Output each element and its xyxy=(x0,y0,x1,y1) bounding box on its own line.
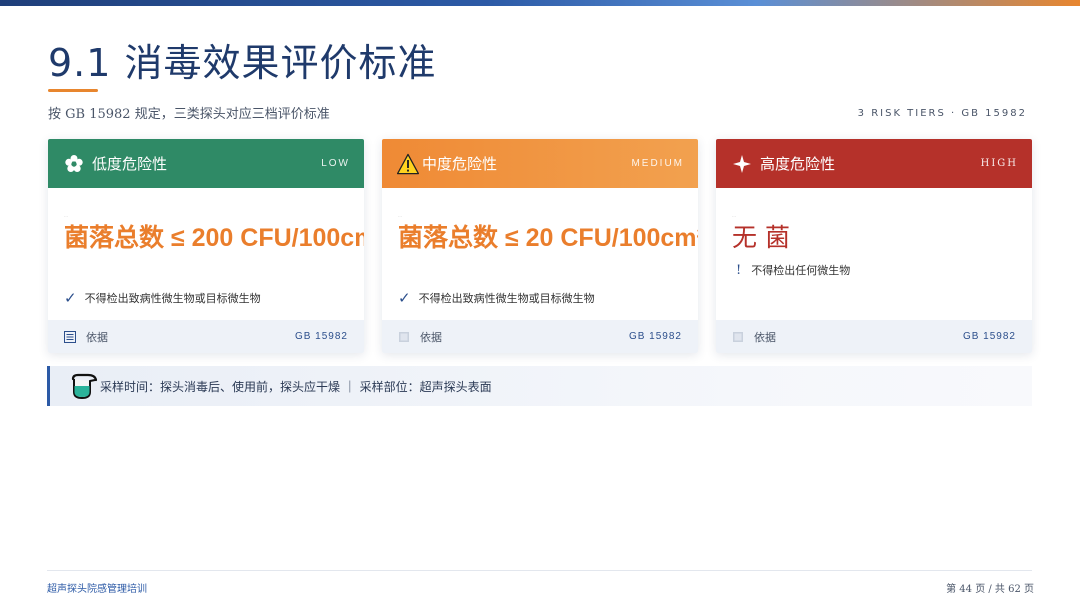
check-icon: ✓ xyxy=(398,289,411,307)
risk-card-high: 高度危险性 HIGH … 无 菌 ! 不得检出任何微生物 依据 GB 15982 xyxy=(716,139,1032,353)
requirement-line: ✓ 不得检出致病性微生物或目标微生物 xyxy=(398,289,595,307)
standard-code: GB 15982 xyxy=(628,331,682,342)
flask-icon xyxy=(71,373,98,400)
card-header: 中度危险性 MEDIUM xyxy=(382,139,698,188)
check-icon: ✓ xyxy=(64,289,77,307)
risk-tier-label: HIGH xyxy=(980,158,1018,169)
card-footer: 依据 GB 15982 xyxy=(716,320,1032,353)
requirement-text: 不得检出致病性微生物或目标微生物 xyxy=(84,292,261,305)
risk-card-medium: 中度危险性 MEDIUM … 菌落总数 ≤ 20 CFU/100cm² ✓ 不得… xyxy=(382,139,698,353)
document-icon xyxy=(399,331,409,342)
page-title: 9.1 消毒效果评价标准 xyxy=(48,41,437,85)
document-icon xyxy=(64,330,76,343)
basis-label: 依据 xyxy=(86,330,108,344)
risk-level-name: 高度危险性 xyxy=(760,155,836,173)
course-name: 超声探头院感管理培训 xyxy=(47,584,147,595)
requirement-line: ✓ 不得检出致病性微生物或目标微生物 xyxy=(64,289,261,307)
title-underline xyxy=(48,89,98,92)
footer-divider xyxy=(47,570,1032,571)
sampling-note-text: 采样时间：探头消毒后、使用前，探头应干燥 ｜ 采样部位：超声探头表面 xyxy=(100,379,492,394)
basis-label: 依据 xyxy=(754,330,776,344)
risk-tiers-tag: 3 RISK TIERS · GB 15982 xyxy=(857,108,1027,119)
page-subtitle: 按 GB 15982 规定，三类探头对应三档评价标准 xyxy=(48,107,330,122)
document-icon xyxy=(733,331,743,342)
metric-value: 无 菌 xyxy=(732,223,790,252)
card-header: 低度危险性 LOW xyxy=(48,139,364,188)
exclamation-icon: ! xyxy=(736,262,742,278)
warning-icon xyxy=(396,152,420,176)
risk-tier-label: MEDIUM xyxy=(631,158,684,169)
requirement-text: 不得检出致病性微生物或目标微生物 xyxy=(418,292,595,305)
metric-value: 菌落总数 ≤ 200 CFU/100cm² xyxy=(64,224,364,252)
card-footer: 依据 GB 15982 xyxy=(48,320,364,353)
requirement-text: 不得检出任何微生物 xyxy=(751,264,851,277)
flower-icon xyxy=(62,152,86,176)
risk-tier-label: LOW xyxy=(321,158,350,169)
card-header: 高度危险性 HIGH xyxy=(716,139,1032,188)
requirement-line: ! 不得检出任何微生物 xyxy=(736,262,850,278)
sampling-note: 采样时间：探头消毒后、使用前，探头应干燥 ｜ 采样部位：超声探头表面 xyxy=(47,366,1032,406)
page-number: 第 44 页 / 共 62 页 xyxy=(946,584,1034,595)
risk-level-name: 低度危险性 xyxy=(92,155,168,173)
standard-code: GB 15982 xyxy=(962,331,1016,342)
top-accent-bar xyxy=(0,0,1080,6)
sparkle-icon xyxy=(730,152,754,176)
metric-value: 菌落总数 ≤ 20 CFU/100cm² xyxy=(398,224,698,252)
card-footer: 依据 GB 15982 xyxy=(382,320,698,353)
basis-label: 依据 xyxy=(420,330,442,344)
standard-code: GB 15982 xyxy=(294,331,348,342)
risk-card-low: 低度危险性 LOW … 菌落总数 ≤ 200 CFU/100cm² ✓ 不得检出… xyxy=(48,139,364,353)
risk-level-name: 中度危险性 xyxy=(422,155,498,173)
